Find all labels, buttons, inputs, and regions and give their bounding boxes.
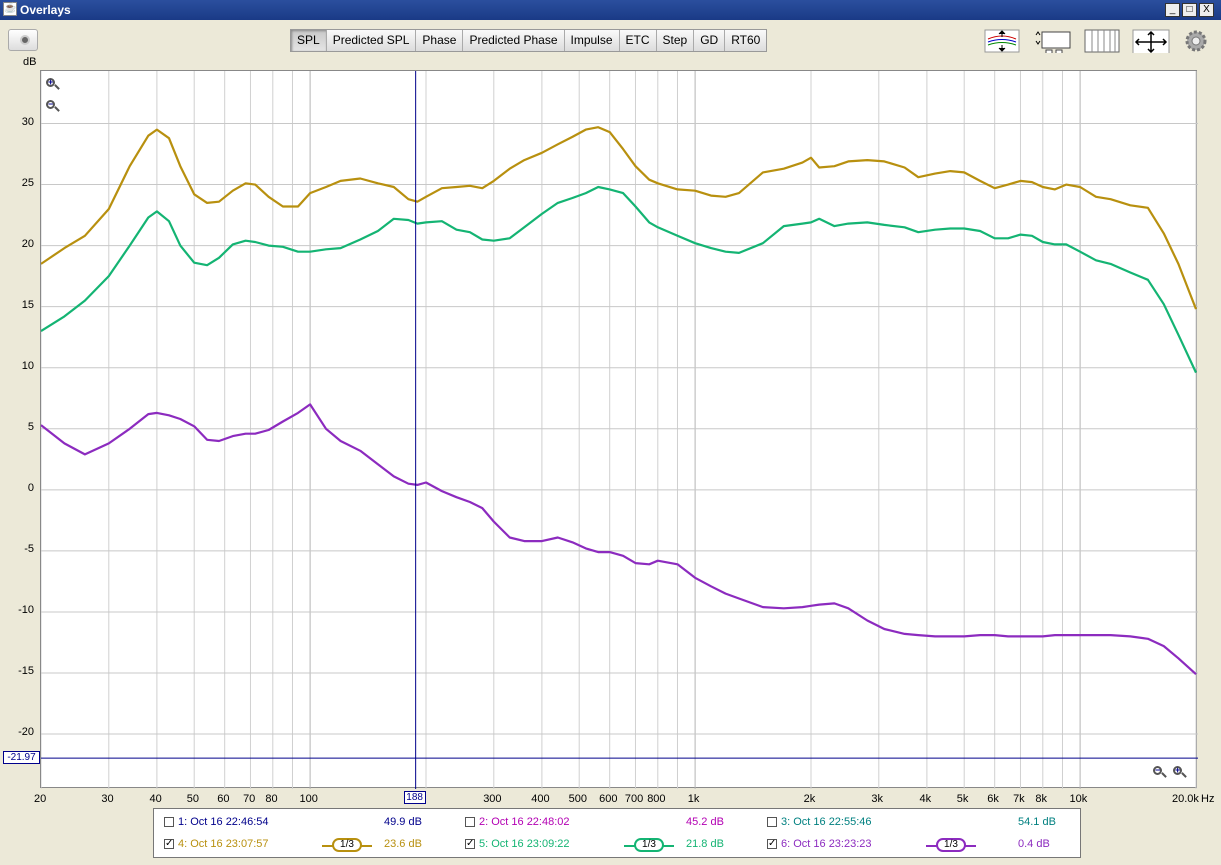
x-tick-label: 300: [483, 793, 502, 805]
arrange-traces-icon[interactable]: [984, 29, 1020, 53]
x-tick-label: 60: [217, 793, 230, 805]
trace-2-label[interactable]: 2: Oct 16 22:48:02: [479, 816, 570, 828]
trace-5-value: 21.8 dB: [686, 838, 724, 850]
x-tick-label: 400: [531, 793, 550, 805]
tab-phase[interactable]: Phase: [416, 30, 464, 51]
trace-1-label[interactable]: 1: Oct 16 22:46:54: [178, 816, 269, 828]
trace-6-value: 0.4 dB: [1018, 838, 1050, 850]
grid-icon[interactable]: [1084, 29, 1120, 53]
x-zoom-in-icon[interactable]: +: [1172, 765, 1188, 781]
x-tick-label: 3k: [871, 793, 884, 805]
y-tick-label: 10: [21, 359, 34, 372]
y-tick-label: -15: [18, 664, 34, 677]
x-tick-label: 7k: [1013, 793, 1025, 805]
cursor-level-readout[interactable]: -21.97: [3, 751, 40, 765]
java-app-icon: ☕: [3, 2, 17, 16]
trace-6-checkbox[interactable]: ✓: [767, 839, 777, 849]
graph-tabs: SPL Predicted SPL Phase Predicted Phase Impu…: [290, 29, 768, 52]
cursor-frequency-readout[interactable]: 188: [403, 791, 426, 804]
x-tick-label: 600: [599, 793, 618, 805]
title-bar: ☕ Overlays _ □ X: [0, 0, 1221, 20]
x-tick-label: 80: [265, 793, 278, 805]
limits-icon[interactable]: [1132, 29, 1170, 53]
trace-5-checkbox[interactable]: ✓: [465, 839, 475, 849]
y-tick-label: 30: [21, 115, 34, 128]
series-line-2: [41, 185, 1197, 374]
x-tick-label: 20.0k: [1172, 793, 1199, 805]
trace-4-label[interactable]: 4: Oct 16 23:07:57: [178, 838, 269, 850]
x-tick-label: 1k: [687, 793, 700, 805]
trace-1-checkbox[interactable]: [164, 817, 174, 827]
x-tick-label: 70: [243, 793, 256, 805]
x-tick-label: 40: [149, 793, 162, 805]
trace-1-value: 49.9 dB: [384, 816, 422, 828]
trace-5-label[interactable]: 5: Oct 16 23:09:22: [479, 838, 570, 850]
trace-6-smoothing-badge[interactable]: 1/3: [936, 838, 966, 852]
x-tick-label: 30: [101, 793, 114, 805]
y-tick-label: 5: [27, 420, 34, 433]
x-axis-unit-label: Hz: [1201, 793, 1215, 805]
close-button[interactable]: X: [1199, 3, 1214, 17]
maximize-button[interactable]: □: [1182, 3, 1197, 17]
zoom-out-icon[interactable]: −: [45, 99, 61, 115]
tab-etc[interactable]: ETC: [620, 30, 657, 51]
trace-3-checkbox[interactable]: [767, 817, 777, 827]
tab-gd[interactable]: GD: [694, 30, 726, 51]
series-line-1: [41, 126, 1198, 310]
y-tick-label: 20: [21, 237, 34, 250]
y-tick-label: -5: [24, 542, 34, 555]
trace-legend: 1: Oct 16 22:46:54 49.9 dB 2: Oct 16 22:48…: [153, 808, 1081, 858]
y-tick-label: -20: [18, 726, 34, 739]
trace-6-label[interactable]: 6: Oct 16 23:23:23: [781, 838, 872, 850]
trace-4-value: 23.6 dB: [384, 838, 422, 850]
controls-icon[interactable]: [1034, 29, 1072, 53]
x-tick-label: 700: [624, 793, 644, 805]
trace-5-smoothing-badge[interactable]: 1/3: [634, 838, 664, 852]
window-title: Overlays: [20, 3, 71, 17]
tab-spl[interactable]: SPL: [291, 30, 327, 51]
x-tick-label: 50: [186, 793, 200, 805]
x-tick-label: 10k: [1069, 793, 1088, 805]
x-tick-label: 5k: [956, 793, 969, 805]
tab-predicted-phase[interactable]: Predicted Phase: [463, 30, 565, 51]
x-tick-label: 100: [299, 793, 318, 805]
trace-4-smoothing-badge[interactable]: 1/3: [332, 838, 362, 852]
tab-step[interactable]: Step: [657, 30, 695, 51]
x-zoom-out-icon[interactable]: −: [1152, 765, 1168, 781]
x-tick-label: 500: [568, 793, 587, 805]
trace-3-label[interactable]: 3: Oct 16 22:55:46: [781, 816, 872, 828]
series-line-3: [41, 403, 1197, 676]
zoom-in-icon[interactable]: +: [45, 77, 61, 93]
tab-impulse[interactable]: Impulse: [565, 30, 620, 51]
tab-predicted-spl[interactable]: Predicted SPL: [327, 30, 417, 51]
gear-icon[interactable]: [1184, 29, 1208, 53]
trace-2-checkbox[interactable]: [465, 817, 475, 827]
y-tick-label: 25: [21, 176, 34, 189]
tab-rt60[interactable]: RT60: [725, 30, 766, 51]
y-axis-unit-label: dB: [23, 56, 37, 68]
x-tick-label: 4k: [919, 793, 932, 805]
x-tick-label: 2k: [803, 793, 816, 805]
plot-area[interactable]: + − − +: [40, 70, 1198, 789]
minimize-button[interactable]: _: [1165, 3, 1180, 17]
trace-3-value: 54.1 dB: [1018, 816, 1056, 828]
camera-icon[interactable]: [8, 29, 38, 51]
trace-2-value: 45.2 dB: [686, 816, 724, 828]
y-tick-label: 15: [21, 298, 34, 311]
y-tick-label: -10: [18, 603, 34, 616]
x-tick-label: 800: [647, 793, 666, 805]
toolbar: SPL Predicted SPL Phase Predicted Phase Impu…: [0, 20, 1221, 60]
x-tick-label: 8k: [1035, 793, 1048, 805]
trace-4-checkbox[interactable]: ✓: [164, 839, 174, 849]
x-tick-label: 6k: [987, 793, 999, 805]
spl-chart[interactable]: [41, 71, 1198, 789]
x-tick-label: 20: [34, 793, 47, 805]
y-tick-label: 0: [27, 481, 34, 494]
